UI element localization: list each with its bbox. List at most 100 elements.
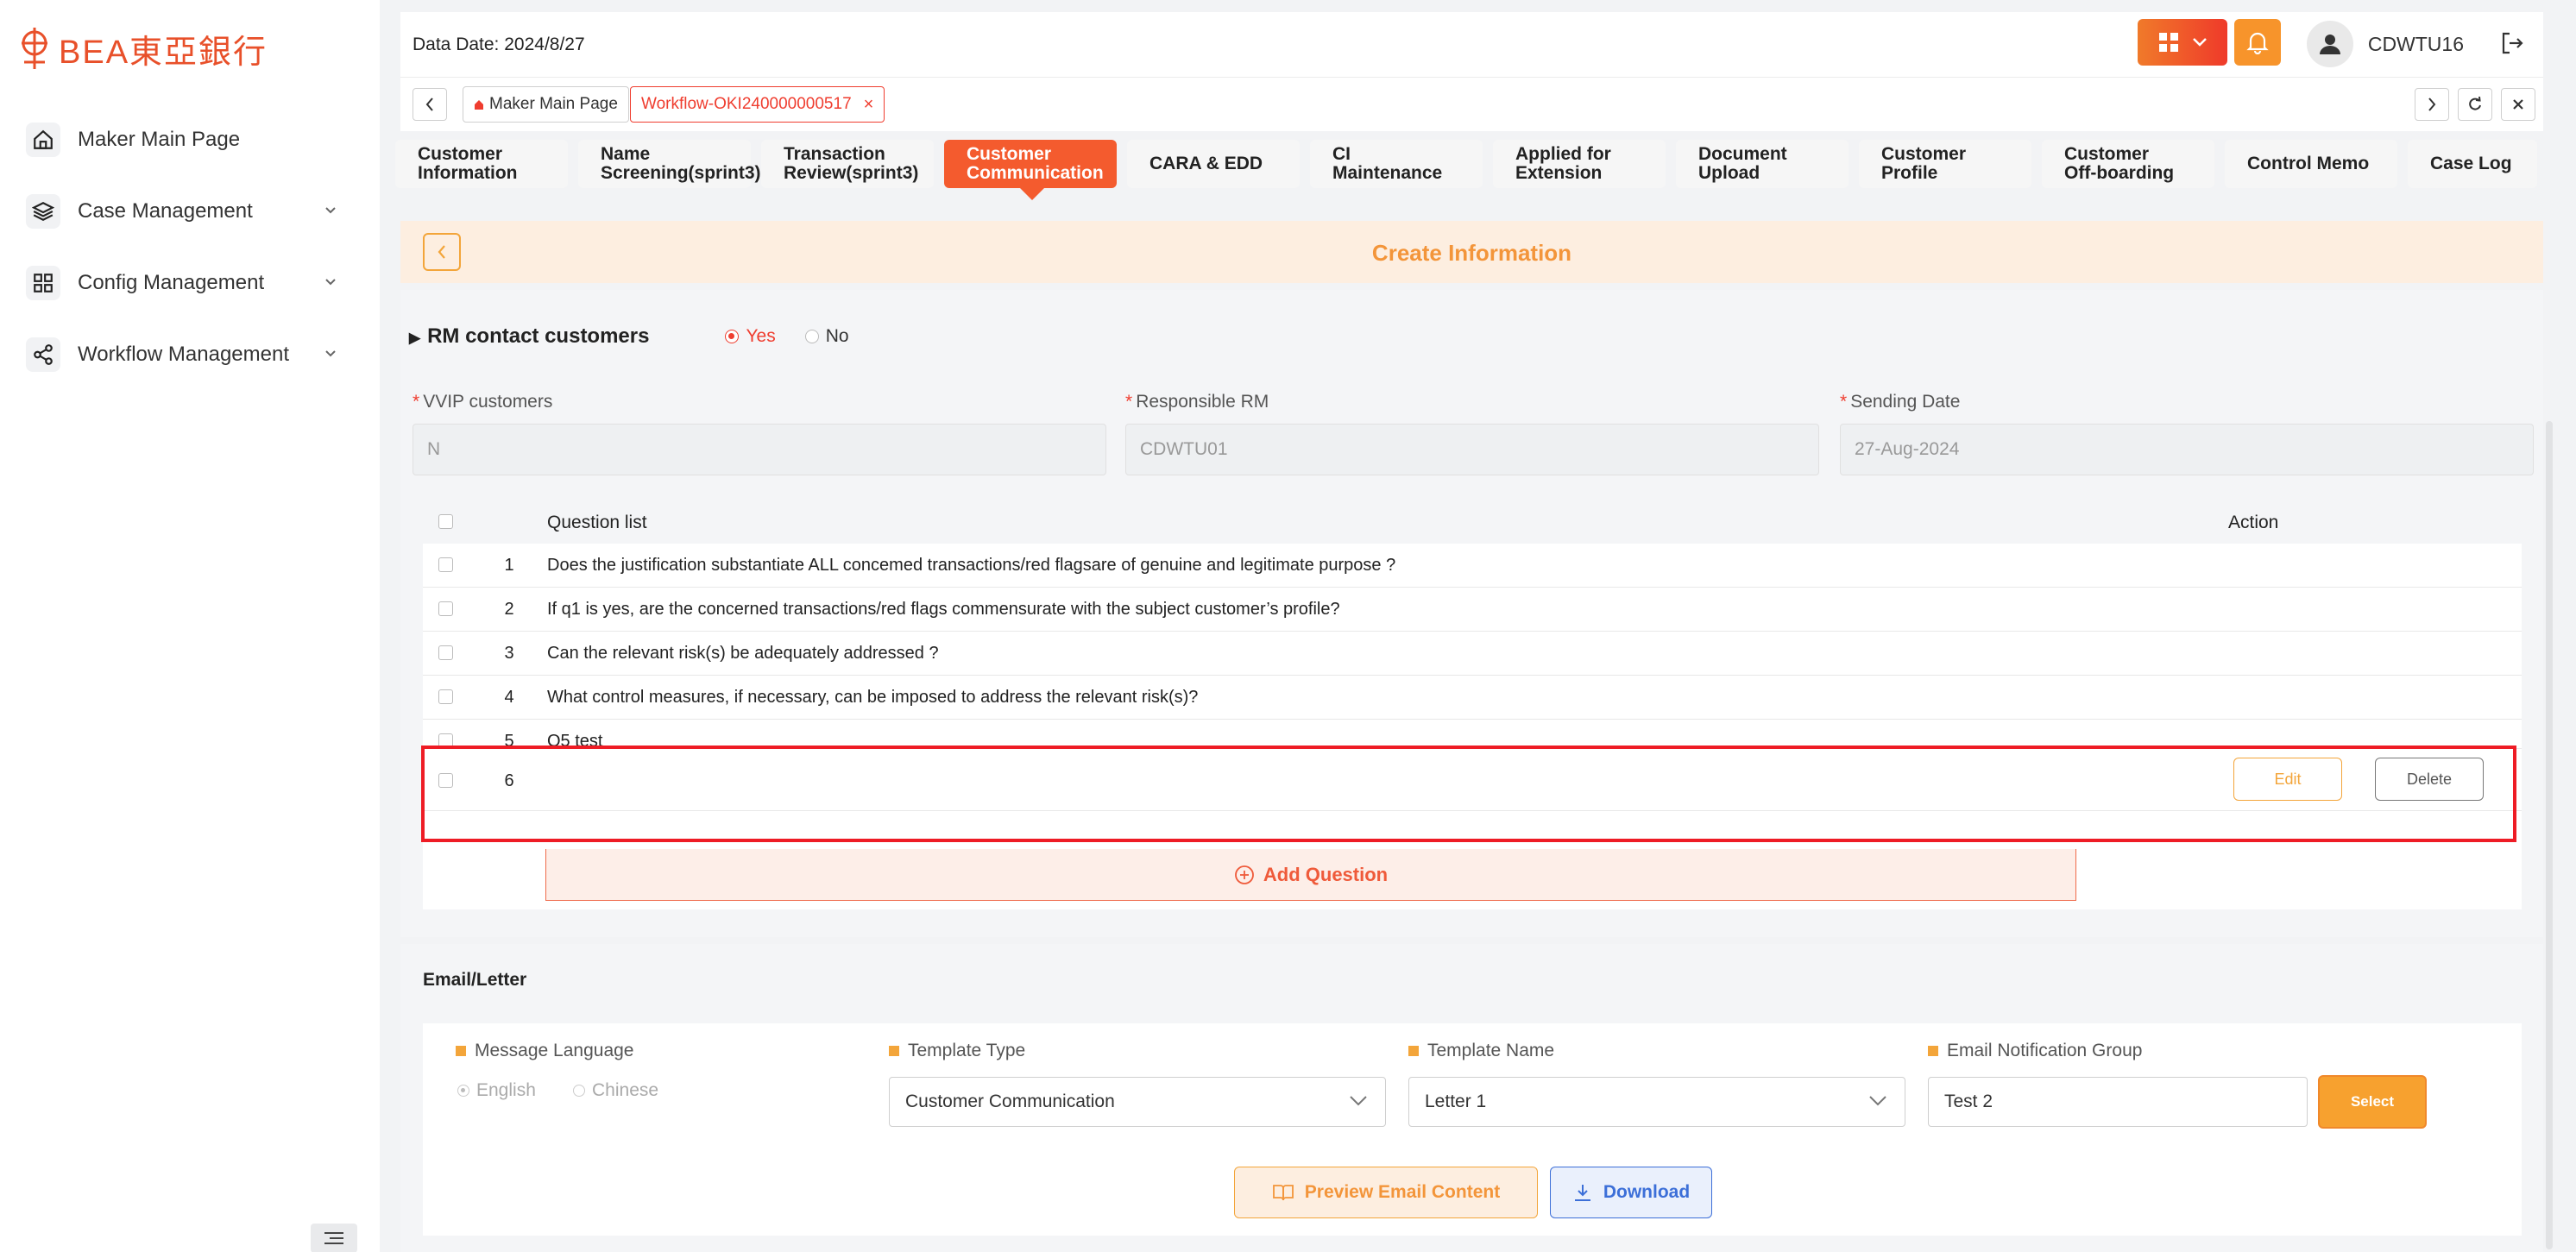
vvip-field[interactable]: N bbox=[413, 424, 1106, 475]
rm-contact-yes-radio[interactable]: Yes bbox=[725, 326, 776, 347]
data-date-value: 2024/8/27 bbox=[504, 35, 585, 54]
add-question-button[interactable]: Add Question bbox=[545, 849, 2076, 901]
table-row[interactable]: 4 What control measures, if necessary, c… bbox=[423, 676, 2522, 720]
tab-name-screening[interactable]: Name Screening(sprint3) bbox=[578, 140, 761, 188]
sidebar-item-maker-main-page[interactable]: Maker Main Page bbox=[0, 104, 380, 175]
select-button[interactable]: Select bbox=[2318, 1075, 2427, 1129]
tab-line2: Communication bbox=[967, 163, 1104, 183]
notification-button[interactable] bbox=[2234, 19, 2281, 66]
vvip-label: * VVIP customers bbox=[413, 392, 553, 412]
tab-applied-for-extension[interactable]: Applied for Extension bbox=[1493, 140, 1666, 188]
sidebar-item-case-management[interactable]: Case Management bbox=[0, 175, 380, 247]
tab-label: Maker Main Page bbox=[489, 95, 618, 113]
sidebar-collapse-button[interactable] bbox=[311, 1224, 357, 1252]
refresh-button[interactable] bbox=[2458, 88, 2492, 121]
tab-label: Workflow-OKI240000000517 bbox=[641, 95, 852, 113]
home-icon bbox=[26, 122, 60, 157]
radio-unselected-icon bbox=[804, 330, 819, 343]
preview-email-button[interactable]: Preview Email Content bbox=[1234, 1167, 1538, 1218]
english-radio[interactable]: English bbox=[457, 1080, 536, 1101]
tab-maker-main-page[interactable]: Maker Main Page bbox=[463, 86, 629, 123]
tabs-scroll-left-button[interactable] bbox=[413, 88, 447, 121]
tab-customer-offboarding[interactable]: Customer Off-boarding bbox=[2042, 140, 2214, 188]
share-icon bbox=[26, 337, 60, 372]
tab-line1: Name bbox=[601, 144, 651, 164]
tab-case-log[interactable]: Case Log bbox=[2408, 140, 2537, 188]
tab-cara-edd[interactable]: CARA & EDD bbox=[1127, 140, 1300, 188]
table-row[interactable]: 1 Does the justification substantiate AL… bbox=[423, 544, 2522, 588]
table-row-editing[interactable]: 6 Edit Delete bbox=[423, 749, 2522, 811]
close-tabs-button[interactable] bbox=[2501, 88, 2535, 121]
table-row[interactable]: 2 If q1 is yes, are the concerned transa… bbox=[423, 588, 2522, 632]
row-checkbox[interactable] bbox=[438, 773, 453, 788]
responsible-rm-field[interactable]: CDWTU01 bbox=[1125, 424, 1819, 475]
question-number: 1 bbox=[504, 556, 514, 575]
row-checkbox[interactable] bbox=[438, 733, 453, 748]
tab-line1: Customer Profile bbox=[1881, 144, 1967, 183]
avatar[interactable] bbox=[2307, 21, 2353, 67]
table-row[interactable]: 5 Q5 test bbox=[423, 720, 2522, 749]
notification-group-label: Email Notification Group bbox=[1928, 1041, 2142, 1061]
workflow-tabs: Customer Information Name Screening(sprint… bbox=[395, 136, 2543, 200]
row-checkbox[interactable] bbox=[438, 645, 453, 660]
template-type-select[interactable]: Customer Communication bbox=[889, 1077, 1386, 1127]
sending-date-field[interactable]: 27-Aug-2024 bbox=[1840, 424, 2534, 475]
radio-label: English bbox=[476, 1080, 536, 1100]
label-text: Message Language bbox=[475, 1041, 634, 1060]
tab-line2: Information bbox=[418, 163, 518, 183]
app-switcher-button[interactable] bbox=[2138, 19, 2227, 66]
tab-line2: Extension bbox=[1515, 163, 1603, 183]
tab-line2: Upload bbox=[1698, 163, 1760, 183]
page-scrollbar[interactable] bbox=[2546, 421, 2553, 1249]
tab-line1: Case Log bbox=[2430, 154, 2512, 173]
select-all-checkbox[interactable] bbox=[438, 514, 453, 529]
tab-control-memo[interactable]: Control Memo bbox=[2225, 140, 2397, 188]
tab-line2: Screening(sprint3) bbox=[601, 163, 761, 183]
tab-line1: Customer bbox=[418, 144, 503, 164]
question-number: 3 bbox=[504, 644, 514, 663]
sidebar-item-config-management[interactable]: Config Management bbox=[0, 247, 380, 318]
table-row[interactable]: 3 Can the relevant risk(s) be adequately… bbox=[423, 632, 2522, 676]
refresh-icon bbox=[2469, 97, 2481, 110]
tab-customer-profile[interactable]: Customer Profile bbox=[1859, 140, 2031, 188]
template-name-select[interactable]: Letter 1 bbox=[1408, 1077, 1905, 1127]
sidebar-item-workflow-management[interactable]: Workflow Management bbox=[0, 318, 380, 390]
logout-button[interactable] bbox=[2497, 28, 2528, 59]
rm-contact-no-radio[interactable]: No bbox=[804, 326, 849, 347]
row-checkbox[interactable] bbox=[438, 689, 453, 704]
question-number: 4 bbox=[504, 688, 514, 707]
email-letter-panel: Message Language English Chinese Templat… bbox=[423, 1023, 2522, 1236]
tab-line1: Customer bbox=[2064, 144, 2150, 164]
tab-transaction-review[interactable]: Transaction Review(sprint3) bbox=[761, 140, 934, 188]
brand-name: BEA東亞銀行 bbox=[59, 34, 268, 71]
radio-label: Yes bbox=[746, 326, 776, 346]
question-number: 5 bbox=[504, 732, 514, 749]
edit-button[interactable]: Edit bbox=[2233, 758, 2342, 801]
tab-customer-information[interactable]: Customer Information bbox=[395, 140, 568, 188]
field-label-text: Responsible RM bbox=[1136, 392, 1269, 412]
sidebar-item-label: Config Management bbox=[78, 270, 265, 294]
question-text: Can the relevant risk(s) be adequately a… bbox=[547, 644, 939, 663]
field-label-text: Sending Date bbox=[1850, 392, 1961, 412]
question-text: Does the justification substantiate ALL … bbox=[547, 556, 1396, 575]
tab-customer-communication[interactable]: Customer Communication bbox=[944, 140, 1117, 200]
tab-document-upload[interactable]: Document Upload bbox=[1676, 140, 1849, 188]
notification-group-field[interactable]: Test 2 bbox=[1928, 1077, 2308, 1127]
close-icon[interactable]: × bbox=[864, 95, 874, 115]
row-checkbox[interactable] bbox=[438, 557, 453, 572]
bea-logo[interactable]: BEA東亞銀行 bbox=[17, 24, 268, 72]
tabs-scroll-right-button[interactable] bbox=[2415, 88, 2449, 121]
tab-line1: CARA & EDD bbox=[1149, 154, 1263, 173]
username[interactable]: CDWTU16 bbox=[2368, 33, 2464, 56]
question-number: 6 bbox=[504, 771, 514, 790]
tab-ci-maintenance[interactable]: CI Maintenance bbox=[1310, 140, 1483, 188]
delete-button[interactable]: Delete bbox=[2375, 758, 2484, 801]
tab-workflow[interactable]: Workflow-OKI240000000517 × bbox=[630, 86, 885, 123]
download-button[interactable]: Download bbox=[1550, 1167, 1712, 1218]
chinese-radio[interactable]: Chinese bbox=[573, 1080, 658, 1101]
tab-line1: Document bbox=[1698, 144, 1787, 164]
tab-line1: Customer bbox=[967, 144, 1052, 164]
chevron-left-icon bbox=[425, 98, 433, 111]
row-checkbox[interactable] bbox=[438, 601, 453, 616]
sidebar: BEA東亞銀行 Maker Main Page Case Management … bbox=[0, 0, 380, 1252]
